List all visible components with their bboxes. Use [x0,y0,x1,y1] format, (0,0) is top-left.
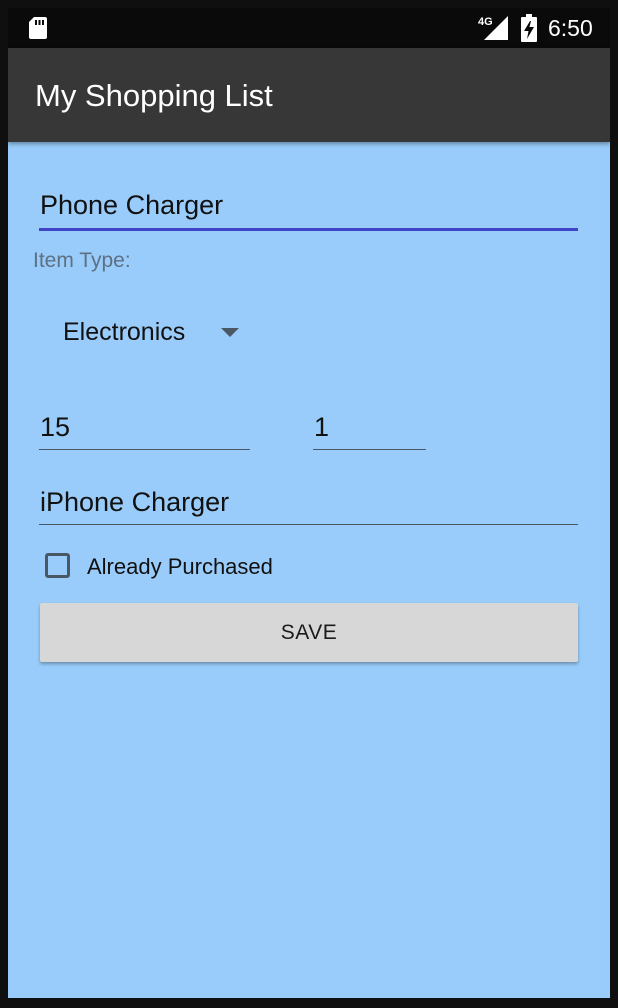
price-input[interactable]: 15 [39,410,250,450]
app-bar: My Shopping List [8,48,610,142]
app-title: My Shopping List [35,78,273,113]
quantity-input[interactable]: 1 [313,410,426,450]
signal-icon: 4G [478,16,508,40]
item-type-dropdown[interactable]: Electronics [63,312,263,352]
battery-charging-icon [521,14,537,42]
sd-card-icon [29,17,47,39]
status-bar: 4G 6:50 [8,8,610,48]
item-type-label: Item Type: [33,249,131,272]
item-name-input[interactable]: Phone Charger [39,188,578,231]
checkbox-box-icon[interactable] [45,553,70,578]
save-button[interactable]: SAVE [40,603,578,662]
already-purchased-label: Already Purchased [87,554,273,579]
already-purchased-checkbox[interactable]: Already Purchased [45,552,345,584]
network-type-label: 4G [478,16,493,28]
device-screen: 4G 6:50 My Shopping List Phone Charger I… [8,8,610,998]
status-clock: 6:50 [548,15,593,41]
dropdown-arrow-icon [221,328,239,337]
item-type-selected-value: Electronics [63,318,186,346]
description-input[interactable]: iPhone Charger [39,485,578,525]
